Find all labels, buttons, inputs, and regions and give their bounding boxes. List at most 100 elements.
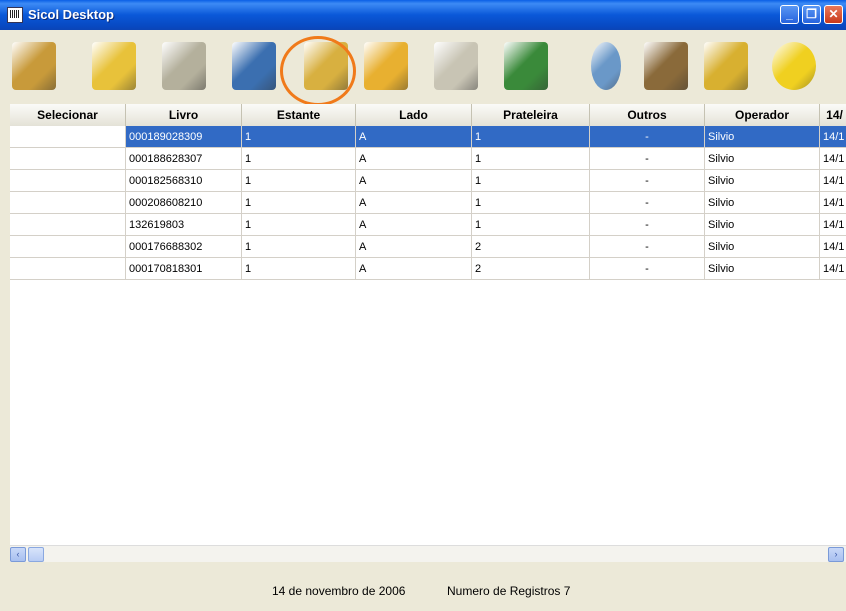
toolbar-button-clock-edit[interactable] [700,40,752,94]
toolbar-button-list-view[interactable] [228,40,280,94]
table-cell: 132619803 [126,214,242,236]
row-select-cell[interactable] [10,170,126,192]
table-row[interactable]: 000208608210 1 A 1- Silvio 14/1 [10,192,846,214]
table-row[interactable]: 132619803 1 A 1- Silvio 14/1 [10,214,846,236]
maximize-button[interactable]: ❐ [802,5,821,24]
close-button[interactable]: ✕ [824,5,843,24]
column-header[interactable]: 14/ [820,104,846,126]
table-row[interactable]: 000176688302 1 A 2- Silvio 14/1 [10,236,846,258]
exit-door-icon [772,42,816,90]
table-cell: 14/1 [820,192,846,214]
table-row[interactable]: 000188628307 1 A 1- Silvio 14/1 [10,148,846,170]
table-cell: Silvio [705,148,820,170]
table-cell: - [590,148,705,170]
table-cell: A [356,236,472,258]
user-edit-icon [364,42,408,90]
scroll-thumb[interactable] [28,547,44,562]
toolbar-button-cancel[interactable] [88,40,140,94]
toolbar-button-report-printer[interactable] [500,40,552,94]
clock-edit-icon [704,42,748,90]
disabled-bin-icon [434,42,478,90]
table-cell: 1 [242,192,356,214]
table-cell: 000208608210 [126,192,242,214]
status-date: 14 de novembro de 2006 [272,584,406,598]
table-cell: 1 [472,170,590,192]
row-select-cell[interactable] [10,214,126,236]
table-cell: - [590,236,705,258]
table-row[interactable]: 000170818301 1 A 2- Silvio 14/1 [10,258,846,280]
horizontal-scrollbar[interactable]: ‹ › [10,545,846,563]
toolbar-button-user-edit[interactable] [360,40,412,94]
row-select-cell[interactable] [10,126,126,148]
table-cell: 1 [472,148,590,170]
table-header: Selecionar Livro Estante Lado Prateleira Outr… [10,104,846,127]
toolbar-button-user[interactable] [580,40,632,94]
toolbar-button-disabled-bin[interactable] [430,40,482,94]
blank-icon [162,42,206,90]
toolbar-button-open-document[interactable] [8,40,60,94]
table-cell: A [356,258,472,280]
table-cell: 2 [472,258,590,280]
table-cell: 14/1 [820,148,846,170]
app-icon [7,7,23,23]
toolbar-button-books[interactable] [640,40,692,94]
table-cell: 000182568310 [126,170,242,192]
column-header[interactable]: Lado [356,104,472,126]
table-cell: A [356,126,472,148]
table-cell: - [590,214,705,236]
row-select-cell[interactable] [10,192,126,214]
records-table: Selecionar Livro Estante Lado Prateleira Outr… [10,104,846,545]
cancel-icon [92,42,136,90]
table-cell: A [356,214,472,236]
minimize-button[interactable]: _ [780,5,799,24]
table-cell: 1 [242,258,356,280]
table-row[interactable]: 000189028309 1 A 1- Silvio 14/1 [10,126,846,148]
status-bar: 14 de novembro de 2006 Numero de Registr… [10,562,846,611]
toolbar-button-blank[interactable] [158,40,210,94]
list-view-icon [232,42,276,90]
highlight-circle [280,36,356,106]
table-cell: 1 [472,192,590,214]
table-cell: - [590,126,705,148]
table-cell: 1 [242,236,356,258]
column-header[interactable]: Prateleira [472,104,590,126]
table-cell: 1 [242,214,356,236]
table-cell: 14/1 [820,126,846,148]
row-select-cell[interactable] [10,258,126,280]
table-cell: 1 [242,170,356,192]
column-header[interactable]: Selecionar [10,104,126,126]
table-cell: 000170818301 [126,258,242,280]
table-cell: Silvio [705,214,820,236]
open-document-icon [12,42,56,90]
books-icon [644,42,688,90]
table-cell: Silvio [705,170,820,192]
toolbar-button-exit-door[interactable] [768,40,820,94]
column-header[interactable]: Operador [705,104,820,126]
user-icon [591,42,621,90]
scroll-right-button[interactable]: › [828,547,844,562]
table-cell: A [356,192,472,214]
table-cell: A [356,148,472,170]
table-row[interactable]: 000182568310 1 A 1- Silvio 14/1 [10,170,846,192]
table-cell: - [590,258,705,280]
table-cell: 1 [242,126,356,148]
column-header[interactable]: Livro [126,104,242,126]
row-select-cell[interactable] [10,148,126,170]
table-cell: 14/1 [820,258,846,280]
table-cell: 1 [242,148,356,170]
column-header[interactable]: Outros [590,104,705,126]
table-cell: Silvio [705,258,820,280]
table-cell: 14/1 [820,214,846,236]
table-cell: Silvio [705,236,820,258]
table-cell: 000176688302 [126,236,242,258]
title-bar[interactable]: Sicol Desktop _ ❐ ✕ [0,0,846,30]
window-title: Sicol Desktop [28,7,114,22]
table-cell: 1 [472,214,590,236]
table-cell: - [590,170,705,192]
row-select-cell[interactable] [10,236,126,258]
status-record-count: Numero de Registros 7 [447,584,571,598]
column-header[interactable]: Estante [242,104,356,126]
table-cell: - [590,192,705,214]
scroll-left-button[interactable]: ‹ [10,547,26,562]
table-cell: 14/1 [820,236,846,258]
